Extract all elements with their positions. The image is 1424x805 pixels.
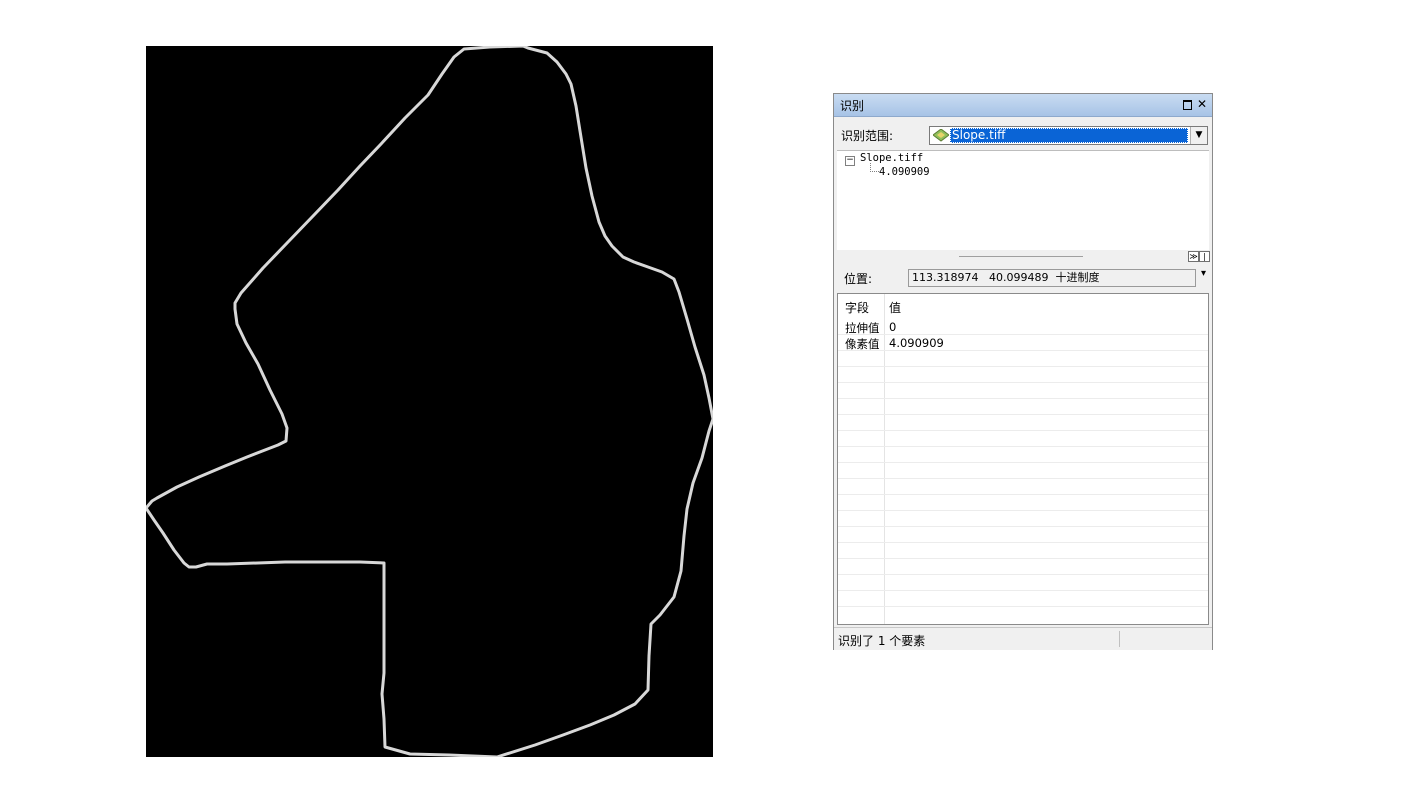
column-header-field[interactable]: 字段	[845, 299, 869, 316]
window-title: 识别	[840, 99, 865, 113]
raster-layer-icon	[933, 129, 949, 142]
grid-line	[838, 606, 1208, 607]
grid-line	[838, 462, 1208, 463]
location-field: 113.318974 40.099489 十进制度	[908, 269, 1196, 287]
status-text: 识别了 1 个要素	[838, 634, 926, 648]
maximize-button[interactable]	[1180, 96, 1194, 112]
location-label: 位置:	[844, 272, 873, 286]
identify-window[interactable]: 识别 ✕ 识别范围: Slope.tiff ▼ − Slope.tiff 4.0…	[833, 93, 1213, 650]
location-menu-icon[interactable]: ▾	[1201, 268, 1206, 279]
maximize-icon	[1183, 100, 1192, 110]
grid-line	[838, 526, 1208, 527]
window-titlebar[interactable]: 识别 ✕	[834, 94, 1212, 117]
grid-line	[838, 558, 1208, 559]
result-tree[interactable]: − Slope.tiff 4.090909	[837, 150, 1209, 251]
grid-line	[838, 494, 1208, 495]
row-value-pixel[interactable]: 4.090909	[889, 336, 944, 350]
grid-line	[838, 574, 1208, 575]
boundary-outline	[146, 46, 713, 757]
pane-splitter[interactable]: ≫ |	[837, 250, 1210, 262]
tree-value-node[interactable]: 4.090909	[879, 166, 930, 178]
close-button[interactable]: ✕	[1195, 96, 1209, 112]
status-separator	[1119, 631, 1120, 647]
tree-collapse-icon[interactable]: −	[845, 156, 855, 166]
row-field-stretched[interactable]: 拉伸值	[845, 320, 880, 336]
grid-line	[838, 366, 1208, 367]
splitter-grip	[959, 256, 1083, 257]
grid-line	[838, 590, 1208, 591]
grid-line	[838, 382, 1208, 383]
grid-line	[838, 414, 1208, 415]
identify-from-select[interactable]: Slope.tiff ▼	[929, 126, 1208, 145]
grid-line	[838, 430, 1208, 431]
pane-toggle-icon[interactable]: |	[1199, 251, 1210, 262]
chevron-down-icon[interactable]: ▼	[1190, 127, 1207, 144]
identify-from-label: 识别范围:	[841, 129, 894, 143]
grid-line	[838, 542, 1208, 543]
column-header-value[interactable]: 值	[889, 299, 901, 316]
row-field-pixel[interactable]: 像素值	[845, 336, 880, 352]
grid-line	[838, 350, 1208, 351]
grid-line	[838, 510, 1208, 511]
grid-line	[838, 478, 1208, 479]
selected-layer: Slope.tiff	[950, 128, 1188, 143]
tree-connector	[870, 163, 879, 172]
attribute-grid[interactable]: 字段 值 拉伸值 0 像素值 4.090909	[837, 293, 1209, 625]
grid-line	[838, 334, 1208, 335]
row-value-stretched[interactable]: 0	[889, 320, 896, 334]
status-bar: 识别了 1 个要素	[834, 627, 1212, 650]
grid-line	[838, 398, 1208, 399]
map-view[interactable]	[146, 46, 713, 757]
grid-line	[838, 446, 1208, 447]
expand-pane-icon[interactable]: ≫	[1188, 251, 1199, 262]
